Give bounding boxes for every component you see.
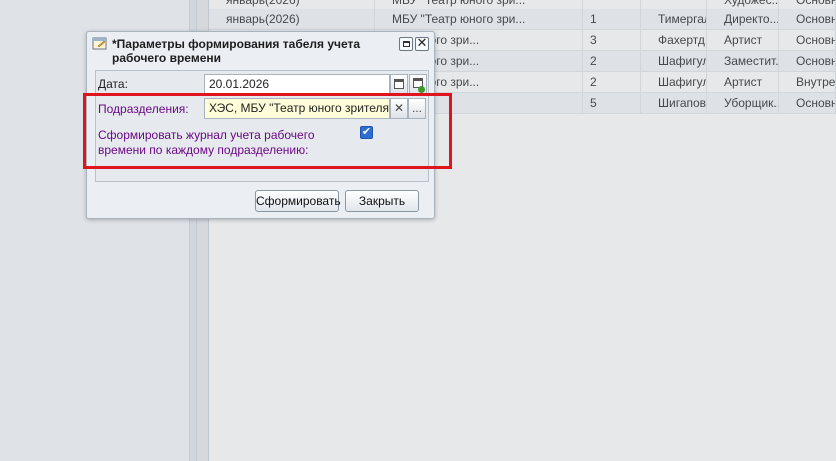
date-picker-button[interactable] (409, 74, 427, 94)
table-cell: январь(2026) (209, 9, 375, 29)
window-icon (92, 37, 107, 50)
table-cell: Тимергал... (641, 9, 707, 29)
table-row[interactable]: январь(2026) МБУ "Театр юного зри... 1 Тиме… (209, 9, 836, 30)
table-cell: Шафигул... (641, 72, 707, 92)
calendar-button[interactable] (390, 74, 408, 94)
dialog-title: *Параметры формирования табеля учета раб… (112, 37, 361, 65)
close-icon: ✕ (416, 36, 428, 51)
table-cell: 5 (573, 93, 641, 113)
close-dialog-button[interactable]: ✕ (415, 36, 429, 51)
close-button[interactable]: Закрыть (345, 190, 419, 212)
table-cell: Внутренн... (779, 72, 836, 92)
dialog-header[interactable]: *Параметры формирования табеля учета раб… (87, 32, 434, 68)
table-cell: 2 (573, 72, 641, 92)
table-cell: Артист (707, 30, 779, 50)
table-cell: 3 (573, 30, 641, 50)
table-cell: Уборщик... (707, 93, 779, 113)
table-cell: МБУ "Театр юного зри... (375, 9, 583, 29)
table-cell: Артист (707, 72, 779, 92)
table-cell: Основна... (779, 93, 836, 113)
date-label: Дата: (98, 77, 128, 91)
picker-badge (418, 86, 425, 93)
table-cell: 2 (573, 51, 641, 71)
table-cell: 1 (573, 9, 641, 29)
highlight-annotation (83, 93, 452, 169)
table-cell: Шигапов... (641, 93, 707, 113)
table-cell: Основна... (779, 9, 836, 29)
table-cell: Фахертд... (641, 30, 707, 50)
table-cell: Основна... (779, 30, 836, 50)
table-cell: Заместит... (707, 51, 779, 71)
maximize-button[interactable] (399, 37, 413, 51)
table-cell: Шафигул... (641, 51, 707, 71)
form-report-button[interactable]: Сформировать (255, 190, 341, 212)
table-cell: Основна... (779, 51, 836, 71)
calendar-icon (394, 79, 404, 89)
maximize-icon (403, 41, 410, 47)
table-cell: Директо... (707, 9, 779, 29)
date-field[interactable]: 20.01.2026 (204, 74, 390, 94)
